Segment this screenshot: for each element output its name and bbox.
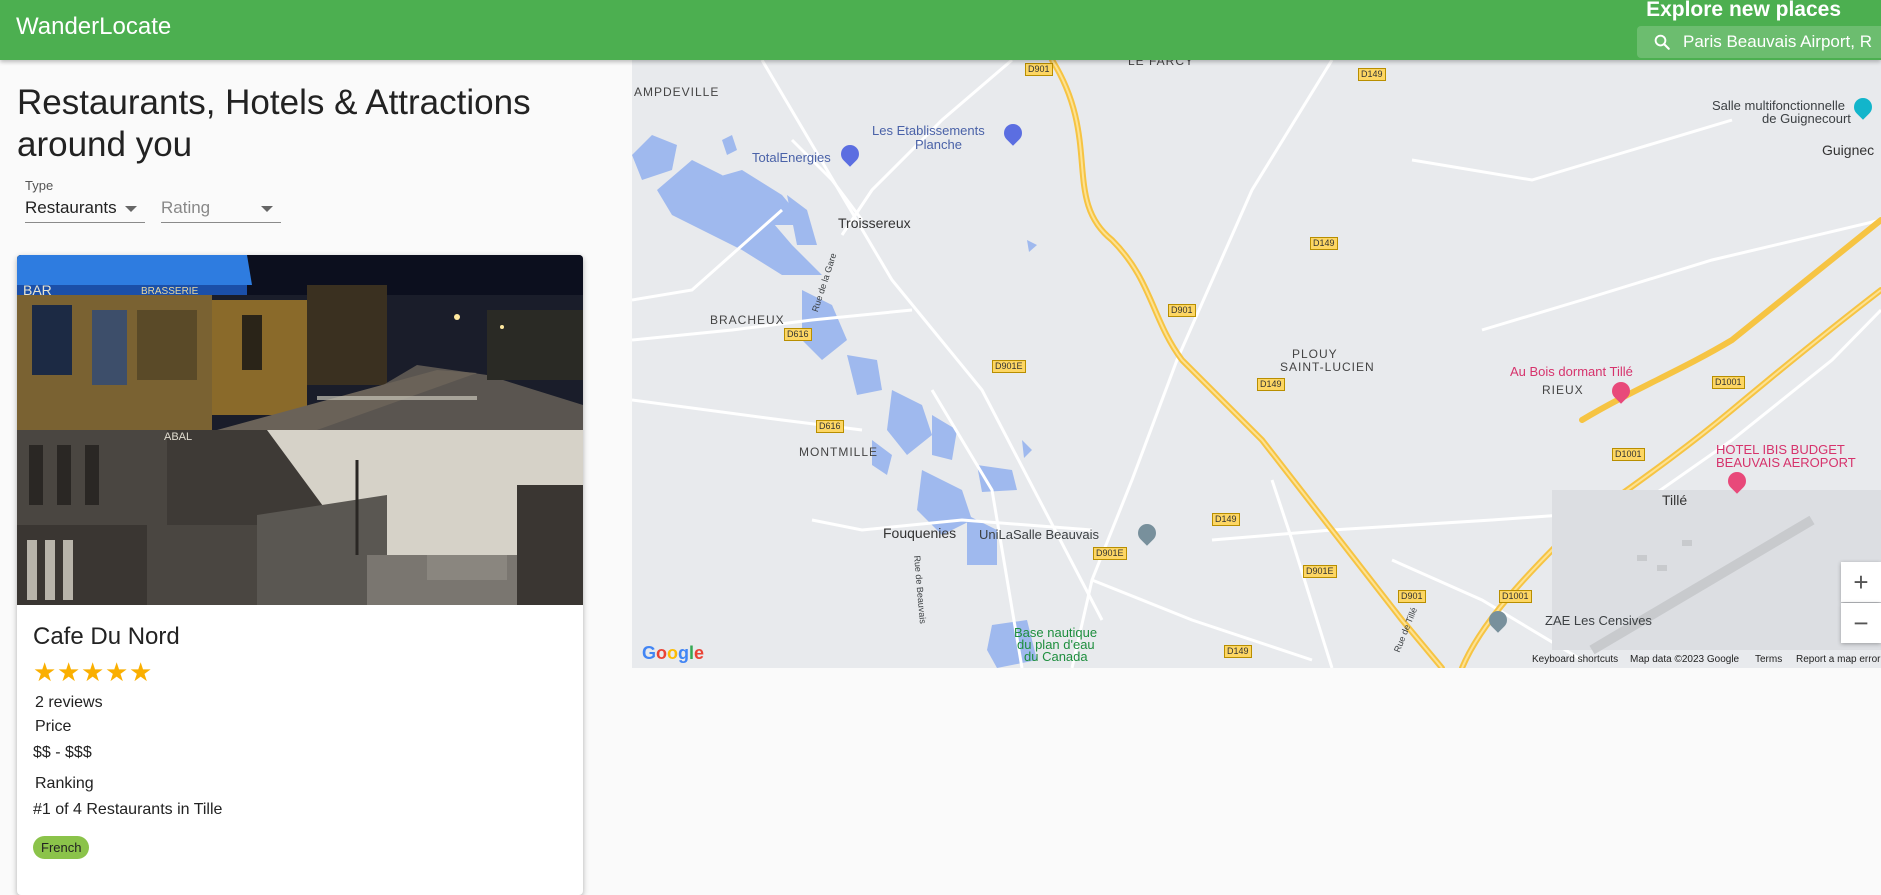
cuisine-chip[interactable]: French bbox=[33, 836, 90, 859]
map-label: BEAUVAIS AEROPORT bbox=[1716, 455, 1856, 470]
app-brand[interactable]: WanderLocate bbox=[16, 13, 171, 41]
map-label: de Guignecourt bbox=[1762, 111, 1851, 126]
road-shield: D149 bbox=[1257, 378, 1285, 391]
ranking-value: #1 of 4 Restaurants in Tille bbox=[33, 801, 223, 818]
rating-select-placeholder: Rating bbox=[161, 198, 211, 217]
star-icon: ★ bbox=[81, 657, 105, 687]
map[interactable]: LE FARCY AMPDEVILLE Les Etablissements P… bbox=[632, 60, 1881, 668]
type-select[interactable]: Restaurants bbox=[25, 194, 145, 223]
report-error-link[interactable]: Report a map error bbox=[1796, 654, 1880, 665]
price-value: $$ - $$$ bbox=[33, 744, 92, 761]
road-shield: D901 bbox=[1025, 63, 1053, 76]
photo-sign-bar: BAR bbox=[23, 282, 52, 298]
road-shield: D901E bbox=[992, 360, 1026, 373]
map-data-text: Map data ©2023 Google bbox=[1630, 654, 1740, 665]
ranking-label: Ranking bbox=[35, 775, 94, 792]
place-photo bbox=[17, 255, 583, 605]
search-box[interactable] bbox=[1637, 26, 1881, 58]
map-label: AMPDEVILLE bbox=[634, 85, 720, 99]
map-label: MONTMILLE bbox=[799, 445, 879, 459]
map-label: Les Etablissements bbox=[872, 123, 985, 138]
map-label: UniLaSalle Beauvais bbox=[979, 527, 1099, 542]
star-icon: ★ bbox=[57, 657, 81, 687]
map-label: SAINT-LUCIEN bbox=[1280, 360, 1375, 374]
chevron-down-icon bbox=[261, 206, 273, 212]
map-label: Au Bois dormant Tillé bbox=[1510, 364, 1633, 379]
map-label: RIEUX bbox=[1542, 383, 1584, 397]
map-label: Planche bbox=[915, 137, 962, 152]
road-shield: D149 bbox=[1212, 513, 1240, 526]
keyboard-shortcuts-link[interactable]: Keyboard shortcuts bbox=[1532, 654, 1618, 665]
explore-heading: Explore new places bbox=[1646, 0, 1841, 21]
type-select-value: Restaurants bbox=[25, 198, 117, 217]
road-shield: D901 bbox=[1168, 304, 1196, 317]
zoom-out-button[interactable]: − bbox=[1841, 603, 1881, 643]
road-shield: D1001 bbox=[1499, 590, 1532, 603]
place-card[interactable]: BAR BRASSERIE ABAL Cafe Du Nord ★ ★ ★ ★ … bbox=[17, 255, 583, 895]
app-bar: WanderLocate Explore new places bbox=[0, 0, 1881, 60]
map-label: Fouquenies bbox=[883, 525, 957, 541]
road-shield: D616 bbox=[784, 328, 812, 341]
rating-filter[interactable]: Rating bbox=[161, 178, 281, 223]
road-shield: D149 bbox=[1310, 237, 1338, 250]
map-label: TotalEnergies bbox=[752, 150, 831, 165]
terms-link[interactable]: Terms bbox=[1755, 654, 1782, 665]
map-label: PLOUY bbox=[1292, 347, 1338, 361]
page-title: Restaurants, Hotels & Attractions around… bbox=[17, 83, 531, 164]
map-label: Troissereux bbox=[838, 215, 911, 231]
road-shield: D616 bbox=[816, 420, 844, 433]
rating-select[interactable]: Rating bbox=[161, 194, 281, 223]
star-icon: ★ bbox=[33, 657, 57, 687]
road-shield: D1001 bbox=[1612, 448, 1645, 461]
type-filter-label: Type bbox=[25, 178, 54, 193]
search-input[interactable] bbox=[1683, 26, 1881, 58]
map-attribution: Keyboard shortcuts Map data ©2023 Google… bbox=[632, 652, 1881, 668]
rating-stars: ★ ★ ★ ★ ★ bbox=[33, 659, 153, 685]
road-shield: D149 bbox=[1358, 68, 1386, 81]
photo-sign-brasserie: BRASSERIE bbox=[141, 286, 199, 297]
type-filter[interactable]: Type Restaurants bbox=[25, 178, 145, 223]
map-label: LE FARCY bbox=[1128, 60, 1195, 68]
road-shield: D901E bbox=[1093, 547, 1127, 560]
map-label: ZAE Les Censives bbox=[1545, 613, 1652, 628]
road-shield: D901 bbox=[1398, 590, 1426, 603]
map-label: Tillé bbox=[1662, 492, 1688, 508]
price-label: Price bbox=[35, 718, 72, 735]
photo-sign-abal: ABAL bbox=[164, 431, 193, 443]
zoom-in-button[interactable]: + bbox=[1841, 562, 1881, 602]
road-shield: D901E bbox=[1303, 565, 1337, 578]
map-label: BRACHEUX bbox=[710, 313, 785, 327]
review-count: 2 reviews bbox=[35, 694, 103, 711]
search-icon bbox=[1654, 34, 1670, 50]
map-label: Guignec bbox=[1822, 142, 1875, 158]
star-icon: ★ bbox=[105, 657, 129, 687]
road-shield: D1001 bbox=[1712, 376, 1745, 389]
star-icon: ★ bbox=[129, 657, 153, 687]
chevron-down-icon bbox=[125, 206, 137, 212]
place-name[interactable]: Cafe Du Nord bbox=[33, 623, 180, 651]
